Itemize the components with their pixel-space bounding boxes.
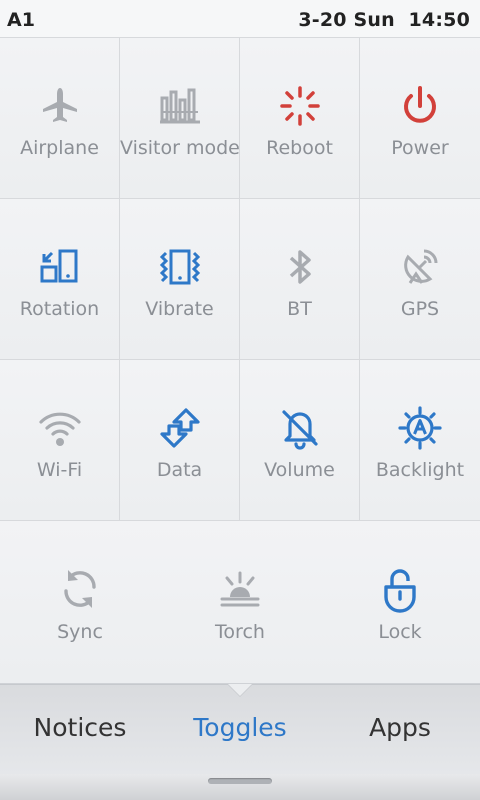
toggle-label: Vibrate: [145, 298, 214, 320]
bluetooth-icon: [289, 250, 311, 284]
toggle-visitor-mode[interactable]: Visitor mode: [120, 38, 240, 199]
tab-bar: Notices Toggles Apps: [0, 684, 480, 774]
toggle-label: Data: [156, 459, 203, 481]
toggle-power[interactable]: Power: [360, 38, 480, 199]
lock-icon: [384, 569, 416, 613]
toggle-label: Visitor mode: [120, 137, 240, 159]
toggle-label: GPS: [400, 298, 440, 320]
sync-icon: [64, 570, 96, 608]
toggle-lock[interactable]: Lock: [320, 521, 480, 683]
toggle-vibrate[interactable]: Vibrate: [120, 199, 240, 360]
volume-muted-icon: [281, 410, 318, 450]
toggle-reboot[interactable]: Reboot: [240, 38, 360, 199]
gps-icon: [404, 249, 438, 284]
toggle-sync[interactable]: Sync: [0, 521, 160, 683]
backlight-icon: [398, 406, 442, 450]
time-label: 14:50: [408, 9, 470, 31]
toggle-rotation[interactable]: Rotation: [0, 199, 120, 360]
toggle-label: Rotation: [19, 298, 100, 320]
toggle-label: Reboot: [266, 137, 333, 159]
drag-handle-bar[interactable]: [0, 774, 480, 800]
visitor-mode-icon: [159, 88, 200, 124]
toggle-grid: Airplane Visitor mode Reboot Power Rotat…: [0, 38, 480, 521]
toggle-backlight[interactable]: Backlight: [360, 360, 480, 521]
status-bar: A1 3-20 Sun 14:50: [0, 0, 480, 38]
toggle-label: Torch: [215, 621, 265, 643]
data-icon: [159, 408, 200, 448]
tab-notices[interactable]: Notices: [0, 713, 160, 742]
wifi-icon: [38, 412, 81, 446]
carrier-label: A1: [7, 9, 35, 31]
tab-toggles[interactable]: Toggles: [160, 713, 320, 742]
vibrate-icon: [159, 249, 200, 285]
toggle-volume[interactable]: Volume: [240, 360, 360, 521]
toggle-label: Wi-Fi: [36, 459, 83, 481]
toggle-airplane[interactable]: Airplane: [0, 38, 120, 199]
power-icon: [404, 86, 436, 123]
toggle-label: Airplane: [20, 137, 99, 159]
toggle-label: Sync: [57, 621, 103, 643]
date-time: 3-20 Sun 14:50: [298, 9, 470, 31]
toggle-label: Volume: [264, 459, 335, 481]
date-label: 3-20 Sun: [298, 9, 395, 31]
toggle-label: Power: [391, 137, 449, 159]
drag-handle[interactable]: [208, 778, 272, 784]
rotation-icon: [40, 249, 77, 283]
toggle-bluetooth[interactable]: BT: [240, 199, 360, 360]
airplane-icon: [42, 88, 77, 122]
toggle-label: BT: [287, 298, 312, 320]
toggle-wifi[interactable]: Wi-Fi: [0, 360, 120, 521]
reboot-icon: [279, 86, 320, 126]
toggle-label: Backlight: [375, 459, 465, 481]
toggle-torch[interactable]: Torch: [160, 521, 320, 683]
toggle-data[interactable]: Data: [120, 360, 240, 521]
toggle-row-bottom: Sync Torch Lock: [0, 521, 480, 684]
selected-tab-indicator-fill: [228, 684, 252, 696]
tab-apps[interactable]: Apps: [320, 713, 480, 742]
toggle-label: Lock: [378, 621, 422, 643]
toggle-gps[interactable]: GPS: [360, 199, 480, 360]
torch-icon: [220, 571, 260, 607]
